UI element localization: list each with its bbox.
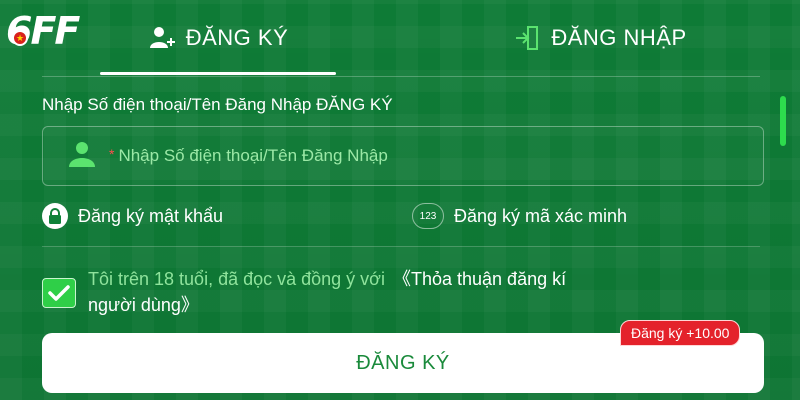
required-asterisk: * xyxy=(109,146,115,162)
register-code-option[interactable]: 123 Đăng ký mã xác minh xyxy=(412,203,627,229)
consent-statement: Tôi trên 18 tuổi, đã đọc và đồng ý với xyxy=(88,269,385,289)
lock-icon xyxy=(42,203,68,229)
tab-login[interactable]: ĐĂNG NHẬP xyxy=(480,0,720,76)
options-divider xyxy=(42,246,760,247)
register-password-option[interactable]: Đăng ký mật khẩu xyxy=(42,203,223,229)
username-field[interactable]: * xyxy=(42,126,764,186)
username-input[interactable] xyxy=(118,146,679,166)
code-123-icon: 123 xyxy=(412,203,444,229)
tab-register[interactable]: ĐĂNG KÝ xyxy=(100,0,336,76)
consent-text: Tôi trên 18 tuổi, đã đọc và đồng ý với 《T… xyxy=(88,266,748,318)
tab-login-label: ĐĂNG NHẬP xyxy=(551,25,687,50)
login-icon xyxy=(513,24,541,52)
user-icon xyxy=(67,141,97,172)
auth-tabs: ĐĂNG KÝ ĐĂNG NHẬP xyxy=(100,0,800,76)
register-password-label: Đăng ký mật khẩu xyxy=(78,205,224,226)
tabs-divider xyxy=(42,76,760,77)
scrollbar[interactable] xyxy=(780,96,786,146)
user-agreement-link-end[interactable]: người dùng》 xyxy=(88,295,199,315)
vietnam-flag-icon: ★ xyxy=(12,30,28,46)
consent-checkbox[interactable] xyxy=(42,278,76,308)
user-agreement-link[interactable]: 《Thỏa thuận đăng kí xyxy=(393,269,566,289)
add-user-icon xyxy=(148,24,176,52)
section-label: Nhập Số điện thoại/Tên Đăng Nhập ĐĂNG KÝ xyxy=(42,95,393,114)
register-code-label: Đăng ký mã xác minh xyxy=(454,205,628,226)
tab-register-label: ĐĂNG KÝ xyxy=(185,25,289,50)
logo[interactable]: 6FF ★ xyxy=(6,8,106,54)
bonus-badge: Đăng ký +10.00 xyxy=(620,320,741,346)
check-icon xyxy=(48,285,70,301)
